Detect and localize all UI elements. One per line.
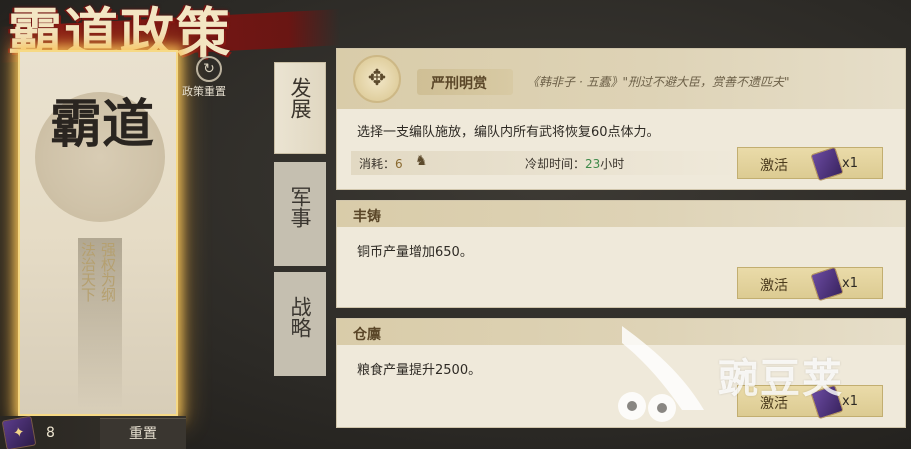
reset-button[interactable]: 重置	[100, 418, 186, 449]
policy-panel-fengzhu: 丰铸 铜币产量增加650。 激活 x1	[336, 200, 906, 308]
cooldown-unit: 小时	[600, 157, 625, 171]
activate-button[interactable]: 激活 x1	[737, 384, 883, 420]
cost-label-text: 消耗：	[359, 157, 396, 171]
token-icon: ✦	[1, 415, 37, 449]
policy-header	[337, 201, 905, 227]
policy-name: 丰铸	[353, 209, 381, 225]
activate-count: x1	[842, 156, 858, 171]
tab-strategy-label: 战略	[288, 296, 312, 338]
tab-military-label: 军事	[288, 186, 312, 228]
refresh-icon: ↻	[196, 56, 222, 82]
cost-row: 消耗：6 ♞ 冷却时间：23小时	[351, 151, 741, 175]
activate-count: x1	[842, 276, 858, 291]
policy-emblem-icon: ✥	[353, 55, 401, 103]
activate-button[interactable]: 激活 x1	[737, 266, 883, 302]
slogan-line-2: 法治天下	[79, 242, 97, 302]
policy-header	[337, 319, 905, 345]
policy-description: 粮食产量提升2500。	[357, 363, 482, 378]
token-icon	[810, 384, 844, 420]
horse-icon: ♞	[415, 153, 428, 169]
cooldown-label-text: 冷却时间：	[525, 157, 586, 171]
activate-button[interactable]: 激活 x1	[737, 146, 883, 182]
slogan-line-1: 强权为纲	[99, 242, 117, 302]
activate-label: 激活	[760, 396, 788, 412]
token-icon	[810, 146, 844, 182]
tab-strategy[interactable]: 战略	[274, 272, 326, 376]
policy-name: 仓廪	[353, 327, 381, 343]
policy-reset-button[interactable]: ↻ 政策重置	[182, 56, 242, 98]
cost-label: 消耗：6	[359, 155, 403, 172]
token-count: 8	[46, 425, 55, 441]
token-icon	[810, 266, 844, 302]
policy-card-badao[interactable]: 霸道 强权为纲 法治天下	[18, 50, 178, 416]
cost-value: 6	[395, 157, 403, 171]
tab-develop-label: 发展	[288, 77, 312, 119]
cooldown-value: 23	[585, 157, 601, 171]
activate-label: 激活	[760, 158, 788, 174]
tab-military[interactable]: 军事	[274, 162, 326, 266]
policy-name: 严刑明赏	[431, 76, 487, 92]
game-screen: 霸道政策 霸道 强权为纲 法治天下 ↻ 政策重置 ✦ 8 重置 发展 军事 战略…	[0, 0, 911, 449]
policy-description: 铜币产量增加650。	[357, 245, 473, 260]
tab-develop[interactable]: 发展	[274, 62, 326, 154]
policy-description: 选择一支编队施放，编队内所有武将恢复60点体力。	[357, 125, 660, 140]
policy-panel-yanxing: ✥ 严刑明赏 《韩非子 · 五蠹》"刑过不避大臣，赏善不遗匹夫" 选择一支编队施…	[336, 48, 906, 190]
seal-text: 霸道	[49, 94, 154, 155]
cooldown-label: 冷却时间：23小时	[525, 155, 624, 172]
activate-count: x1	[842, 394, 858, 409]
policy-quote: 《韩非子 · 五蠹》"刑过不避大臣，赏善不遗匹夫"	[527, 75, 790, 89]
policy-panel-canglin: 仓廪 粮食产量提升2500。 激活 x1	[336, 318, 906, 428]
policy-reset-label: 政策重置	[182, 85, 226, 98]
activate-label: 激活	[760, 278, 788, 294]
